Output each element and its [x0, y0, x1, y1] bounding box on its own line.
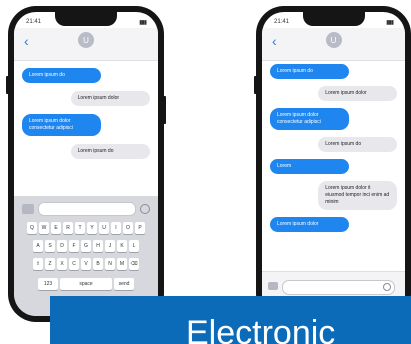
keyboard-row-2: A S D F G H J K L: [20, 240, 152, 252]
status-time: 21:41: [26, 19, 42, 25]
keyboard-row-3: ⇧ Z X C V B N M ⌫: [20, 258, 152, 270]
phone-screen: 21:41 ▮▮▮ ‹ U Lorem ipsum do Lorem ipsum…: [262, 12, 405, 316]
key[interactable]: I: [111, 222, 121, 234]
key[interactable]: V: [81, 258, 91, 270]
key[interactable]: B: [93, 258, 103, 270]
key[interactable]: X: [57, 258, 67, 270]
phone-right: 21:41 ▮▮▮ ‹ U Lorem ipsum do Lorem ipsum…: [254, 6, 411, 322]
key[interactable]: F: [69, 240, 79, 252]
keyboard-row-4: 123 space send: [20, 278, 152, 290]
phone-left: 21:41 ▮▮▮ ‹ U Lorem ipsum do Lorem ipsum…: [6, 6, 166, 322]
back-chevron-icon[interactable]: ‹: [272, 34, 277, 48]
phone-screen: 21:41 ▮▮▮ ‹ U Lorem ipsum do Lorem ipsum…: [14, 12, 158, 316]
send-key[interactable]: send: [114, 278, 134, 290]
message-bubble-incoming[interactable]: Lorem: [270, 159, 349, 174]
key[interactable]: Z: [45, 258, 55, 270]
contact-avatar[interactable]: U: [78, 32, 94, 48]
key[interactable]: J: [105, 240, 115, 252]
key[interactable]: K: [117, 240, 127, 252]
key[interactable]: T: [75, 222, 85, 234]
numbers-key[interactable]: 123: [38, 278, 58, 290]
space-key[interactable]: space: [60, 278, 112, 290]
message-bubble-outgoing[interactable]: Lorem ipsum dolor: [70, 91, 150, 106]
key[interactable]: C: [69, 258, 79, 270]
camera-icon[interactable]: [268, 282, 278, 290]
key[interactable]: P: [135, 222, 145, 234]
key[interactable]: G: [81, 240, 91, 252]
key[interactable]: W: [39, 222, 49, 234]
key[interactable]: O: [123, 222, 133, 234]
message-bubble-incoming[interactable]: Lorem ipsum do: [22, 68, 102, 83]
message-bubble-incoming[interactable]: Lorem ipsum dolor consectetur adipisci: [22, 114, 102, 136]
message-input-row: [22, 202, 150, 216]
message-bubble-outgoing[interactable]: Lorem ipsum do: [318, 137, 397, 152]
message-bubble-outgoing[interactable]: Lorem ipsum dolor: [318, 86, 397, 101]
contact-avatar[interactable]: U: [325, 32, 342, 48]
key[interactable]: H: [93, 240, 103, 252]
phone-notch: [55, 12, 117, 26]
key[interactable]: A: [33, 240, 43, 252]
message-bubble-incoming[interactable]: Lorem ipsum dolor consectetur adipisci: [270, 108, 349, 130]
message-bubble-incoming[interactable]: Lorem ipsum do: [270, 64, 349, 79]
microphone-icon[interactable]: [140, 204, 150, 214]
key[interactable]: U: [99, 222, 109, 234]
phone-side-button: [254, 76, 257, 94]
message-bubble-incoming[interactable]: Lorem ipsum dolor: [270, 217, 349, 232]
chat-header: ‹ U: [262, 28, 405, 61]
key[interactable]: S: [45, 240, 55, 252]
key[interactable]: N: [105, 258, 115, 270]
message-bubble-outgoing[interactable]: Lorem ipsum dolor it eiusmod tempor inci…: [318, 181, 397, 210]
key[interactable]: Y: [87, 222, 97, 234]
message-list: Lorem ipsum do Lorem ipsum dolor Lorem i…: [22, 68, 150, 171]
microphone-icon[interactable]: [383, 283, 391, 291]
signal-icon: ▮▮▮: [139, 19, 147, 26]
shift-key[interactable]: ⇧: [33, 258, 43, 270]
phone-side-button: [6, 76, 9, 94]
message-input[interactable]: [38, 202, 136, 216]
key[interactable]: E: [51, 222, 61, 234]
camera-icon[interactable]: [22, 204, 34, 214]
backspace-key[interactable]: ⌫: [129, 258, 139, 270]
status-time: 21:41: [274, 19, 290, 25]
key[interactable]: M: [117, 258, 127, 270]
back-chevron-icon[interactable]: ‹: [24, 34, 29, 48]
signal-icon: ▮▮▮: [386, 19, 394, 26]
chat-header: ‹ U: [14, 28, 158, 61]
key[interactable]: L: [129, 240, 139, 252]
key[interactable]: R: [63, 222, 73, 234]
banner-title: Electronic: [186, 314, 336, 344]
title-banner: Electronic: [50, 296, 411, 344]
keyboard-row-1: Q W E R T Y U I O P: [20, 222, 152, 234]
phone-side-button: [163, 96, 166, 124]
key[interactable]: D: [57, 240, 67, 252]
phone-notch: [302, 12, 365, 26]
message-bubble-outgoing[interactable]: Lorem ipsum do: [70, 144, 150, 159]
message-input[interactable]: [282, 280, 395, 295]
message-list: Lorem ipsum do Lorem ipsum dolor Lorem i…: [270, 64, 397, 244]
key[interactable]: Q: [27, 222, 37, 234]
